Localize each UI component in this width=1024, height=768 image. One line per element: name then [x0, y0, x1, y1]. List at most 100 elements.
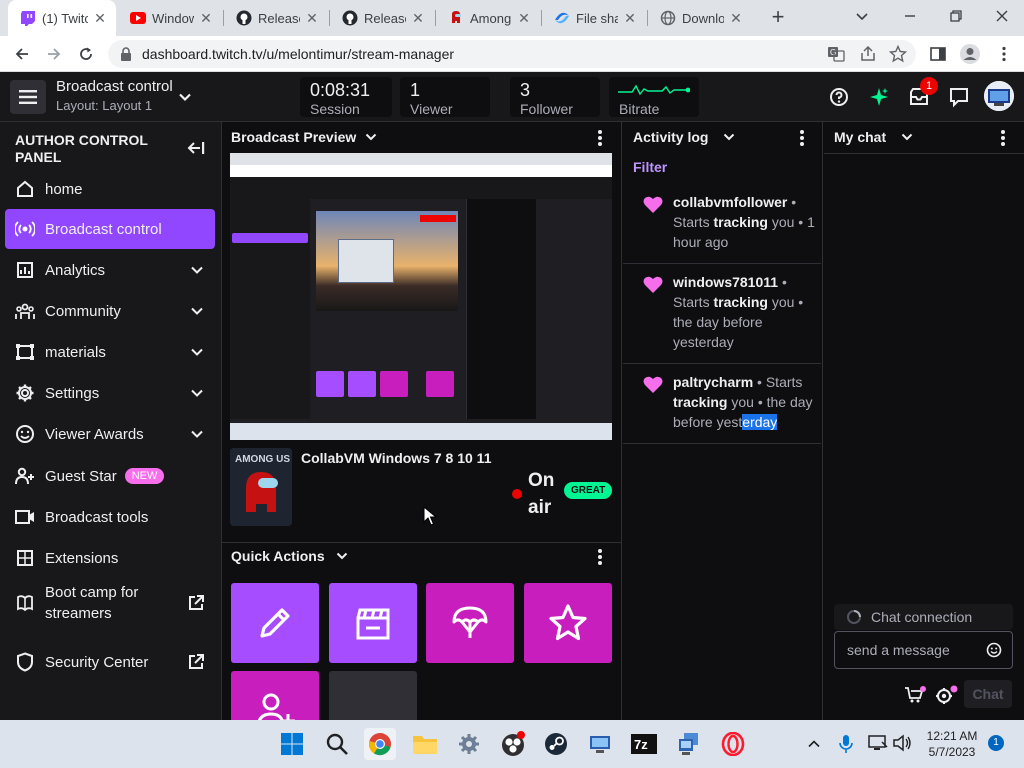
windows-start-icon[interactable] [276, 728, 308, 760]
translate-icon[interactable]: G [824, 42, 848, 66]
chevron-down-icon[interactable] [364, 130, 378, 144]
chevron-down-icon[interactable] [189, 262, 205, 278]
activity-entry[interactable]: collabvmfollower • Starts tracking you •… [623, 184, 821, 264]
sidebar-item-viewer-awards[interactable]: Viewer Awards [5, 414, 215, 454]
network-icon[interactable] [868, 734, 888, 752]
activity-verb: Starts [673, 294, 710, 310]
profile-avatar-icon[interactable] [958, 42, 982, 66]
browser-menu-icon[interactable] [992, 42, 1016, 66]
chevron-down-icon[interactable] [335, 549, 349, 563]
sidebar-item-boot-camp[interactable]: Boot camp for streamers [5, 580, 215, 626]
chevron-down-icon[interactable] [189, 426, 205, 442]
search-icon[interactable] [321, 728, 353, 760]
sidebar-item-settings[interactable]: Settings [5, 373, 215, 413]
lock-icon[interactable] [120, 47, 132, 61]
activity-text: paltrycharm • Starts tracking you • the … [673, 374, 813, 430]
add-guest-button[interactable] [231, 671, 319, 720]
sidebar-item-analytics[interactable]: Analytics [5, 250, 215, 290]
add-quick-action-button[interactable]: + [329, 671, 417, 720]
address-bar[interactable]: dashboard.twitch.tv/u/melontimur/stream-… [108, 40, 916, 68]
reload-icon[interactable] [74, 42, 98, 66]
tab-twitch[interactable]: (1) Twitch ✕ [8, 0, 116, 36]
file-explorer-icon[interactable] [409, 728, 441, 760]
notification-center-badge[interactable]: 1 [988, 735, 1004, 751]
quick-actions-options-icon[interactable] [594, 548, 606, 566]
highlight-button[interactable] [524, 583, 612, 663]
forward-icon[interactable] [42, 42, 66, 66]
minimize-icon[interactable] [900, 6, 920, 26]
restore-icon[interactable] [946, 6, 966, 26]
close-tab-icon[interactable]: ✕ [622, 10, 638, 26]
edit-stream-info-button[interactable] [231, 583, 319, 663]
on-air-status: On air [528, 470, 555, 518]
tab-download[interactable]: Downlo ✕ [648, 4, 752, 32]
share-icon[interactable] [856, 42, 880, 66]
chevron-down-icon[interactable] [900, 130, 914, 144]
activity-entry[interactable]: paltrycharm • Starts tracking you • the … [623, 364, 821, 444]
chevron-down-icon[interactable] [722, 130, 736, 144]
close-tab-icon[interactable]: ✕ [198, 10, 214, 26]
layout-chevron-down-icon[interactable] [176, 88, 194, 106]
close-tab-icon[interactable]: ✕ [410, 10, 426, 26]
clip-button[interactable] [329, 583, 417, 663]
activity-entry[interactable]: windows781011 • Starts tracking you • th… [623, 264, 821, 364]
activity-options-icon[interactable] [796, 129, 808, 147]
steam-icon[interactable] [540, 728, 572, 760]
close-tab-icon[interactable]: ✕ [92, 10, 108, 26]
whispers-icon[interactable] [948, 86, 970, 108]
system-clock[interactable]: 12:21 AM 5/7/2023 [920, 728, 984, 760]
bookmark-star-icon[interactable] [886, 42, 910, 66]
chrome-icon[interactable] [364, 728, 396, 760]
sidebar-item-broadcast-control[interactable]: Broadcast control [5, 209, 215, 249]
side-panel-icon[interactable] [926, 42, 950, 66]
obs-studio-icon[interactable] [497, 728, 529, 760]
bits-cart-icon[interactable] [904, 686, 926, 704]
filter-link[interactable]: Filter [633, 159, 667, 175]
help-icon[interactable] [828, 86, 850, 108]
close-tab-icon[interactable]: ✕ [304, 10, 320, 26]
opera-icon[interactable] [717, 728, 749, 760]
svg-text:7z: 7z [634, 737, 648, 752]
tab-among-us[interactable]: Among ✕ [436, 4, 540, 32]
volume-icon[interactable] [892, 734, 912, 752]
sidebar-item-extensions[interactable]: Extensions [5, 538, 215, 578]
stream-video-preview[interactable] [230, 153, 612, 440]
collapse-sidebar-icon[interactable] [186, 140, 206, 156]
sidebar-item-home[interactable]: home [5, 169, 215, 209]
microphone-icon[interactable] [838, 734, 854, 754]
tab-github-1[interactable]: Release ✕ [224, 4, 328, 32]
chat-message-input[interactable]: send a message [834, 631, 1013, 669]
network-app-icon[interactable] [584, 728, 616, 760]
close-tab-icon[interactable]: ✕ [516, 10, 532, 26]
chat-send-button[interactable]: Chat [964, 680, 1012, 708]
chat-options-icon[interactable] [997, 129, 1009, 147]
sidebar-item-materials[interactable]: materials [5, 332, 215, 372]
chevron-down-icon[interactable] [189, 303, 205, 319]
globe-icon [660, 10, 676, 26]
user-avatar[interactable] [984, 81, 1014, 111]
7zip-icon[interactable]: 7z [628, 728, 660, 760]
tab-file-share[interactable]: File sha ✕ [542, 4, 646, 32]
chat-settings-icon[interactable] [934, 684, 960, 706]
hamburger-menu-icon[interactable] [10, 80, 46, 114]
close-window-icon[interactable] [992, 6, 1012, 26]
chevron-down-icon[interactable] [189, 344, 205, 360]
preview-options-icon[interactable] [594, 129, 606, 147]
sidebar-item-broadcast-tools[interactable]: Broadcast tools [5, 497, 215, 537]
chevron-down-icon[interactable] [189, 385, 205, 401]
chevron-up-icon[interactable] [806, 736, 822, 752]
new-tab-button[interactable]: + [766, 6, 790, 30]
sidebar-item-guest-star[interactable]: Guest Star NEW [5, 456, 215, 496]
tab-github-2[interactable]: Release ✕ [330, 4, 434, 32]
settings-gear-icon[interactable] [453, 728, 485, 760]
emote-picker-icon[interactable] [986, 642, 1002, 658]
sparkle-icon[interactable] [868, 86, 890, 108]
tab-youtube[interactable]: Windows ✕ [118, 4, 222, 32]
sidebar-item-security-center[interactable]: Security Center [5, 642, 215, 682]
back-icon[interactable] [10, 42, 34, 66]
sidebar-item-community[interactable]: Community [5, 291, 215, 331]
virtual-machine-icon[interactable] [673, 728, 705, 760]
close-tab-icon[interactable]: ✕ [728, 10, 744, 26]
airdrop-button[interactable] [426, 583, 514, 663]
tab-search-chevron-icon[interactable] [852, 6, 872, 26]
